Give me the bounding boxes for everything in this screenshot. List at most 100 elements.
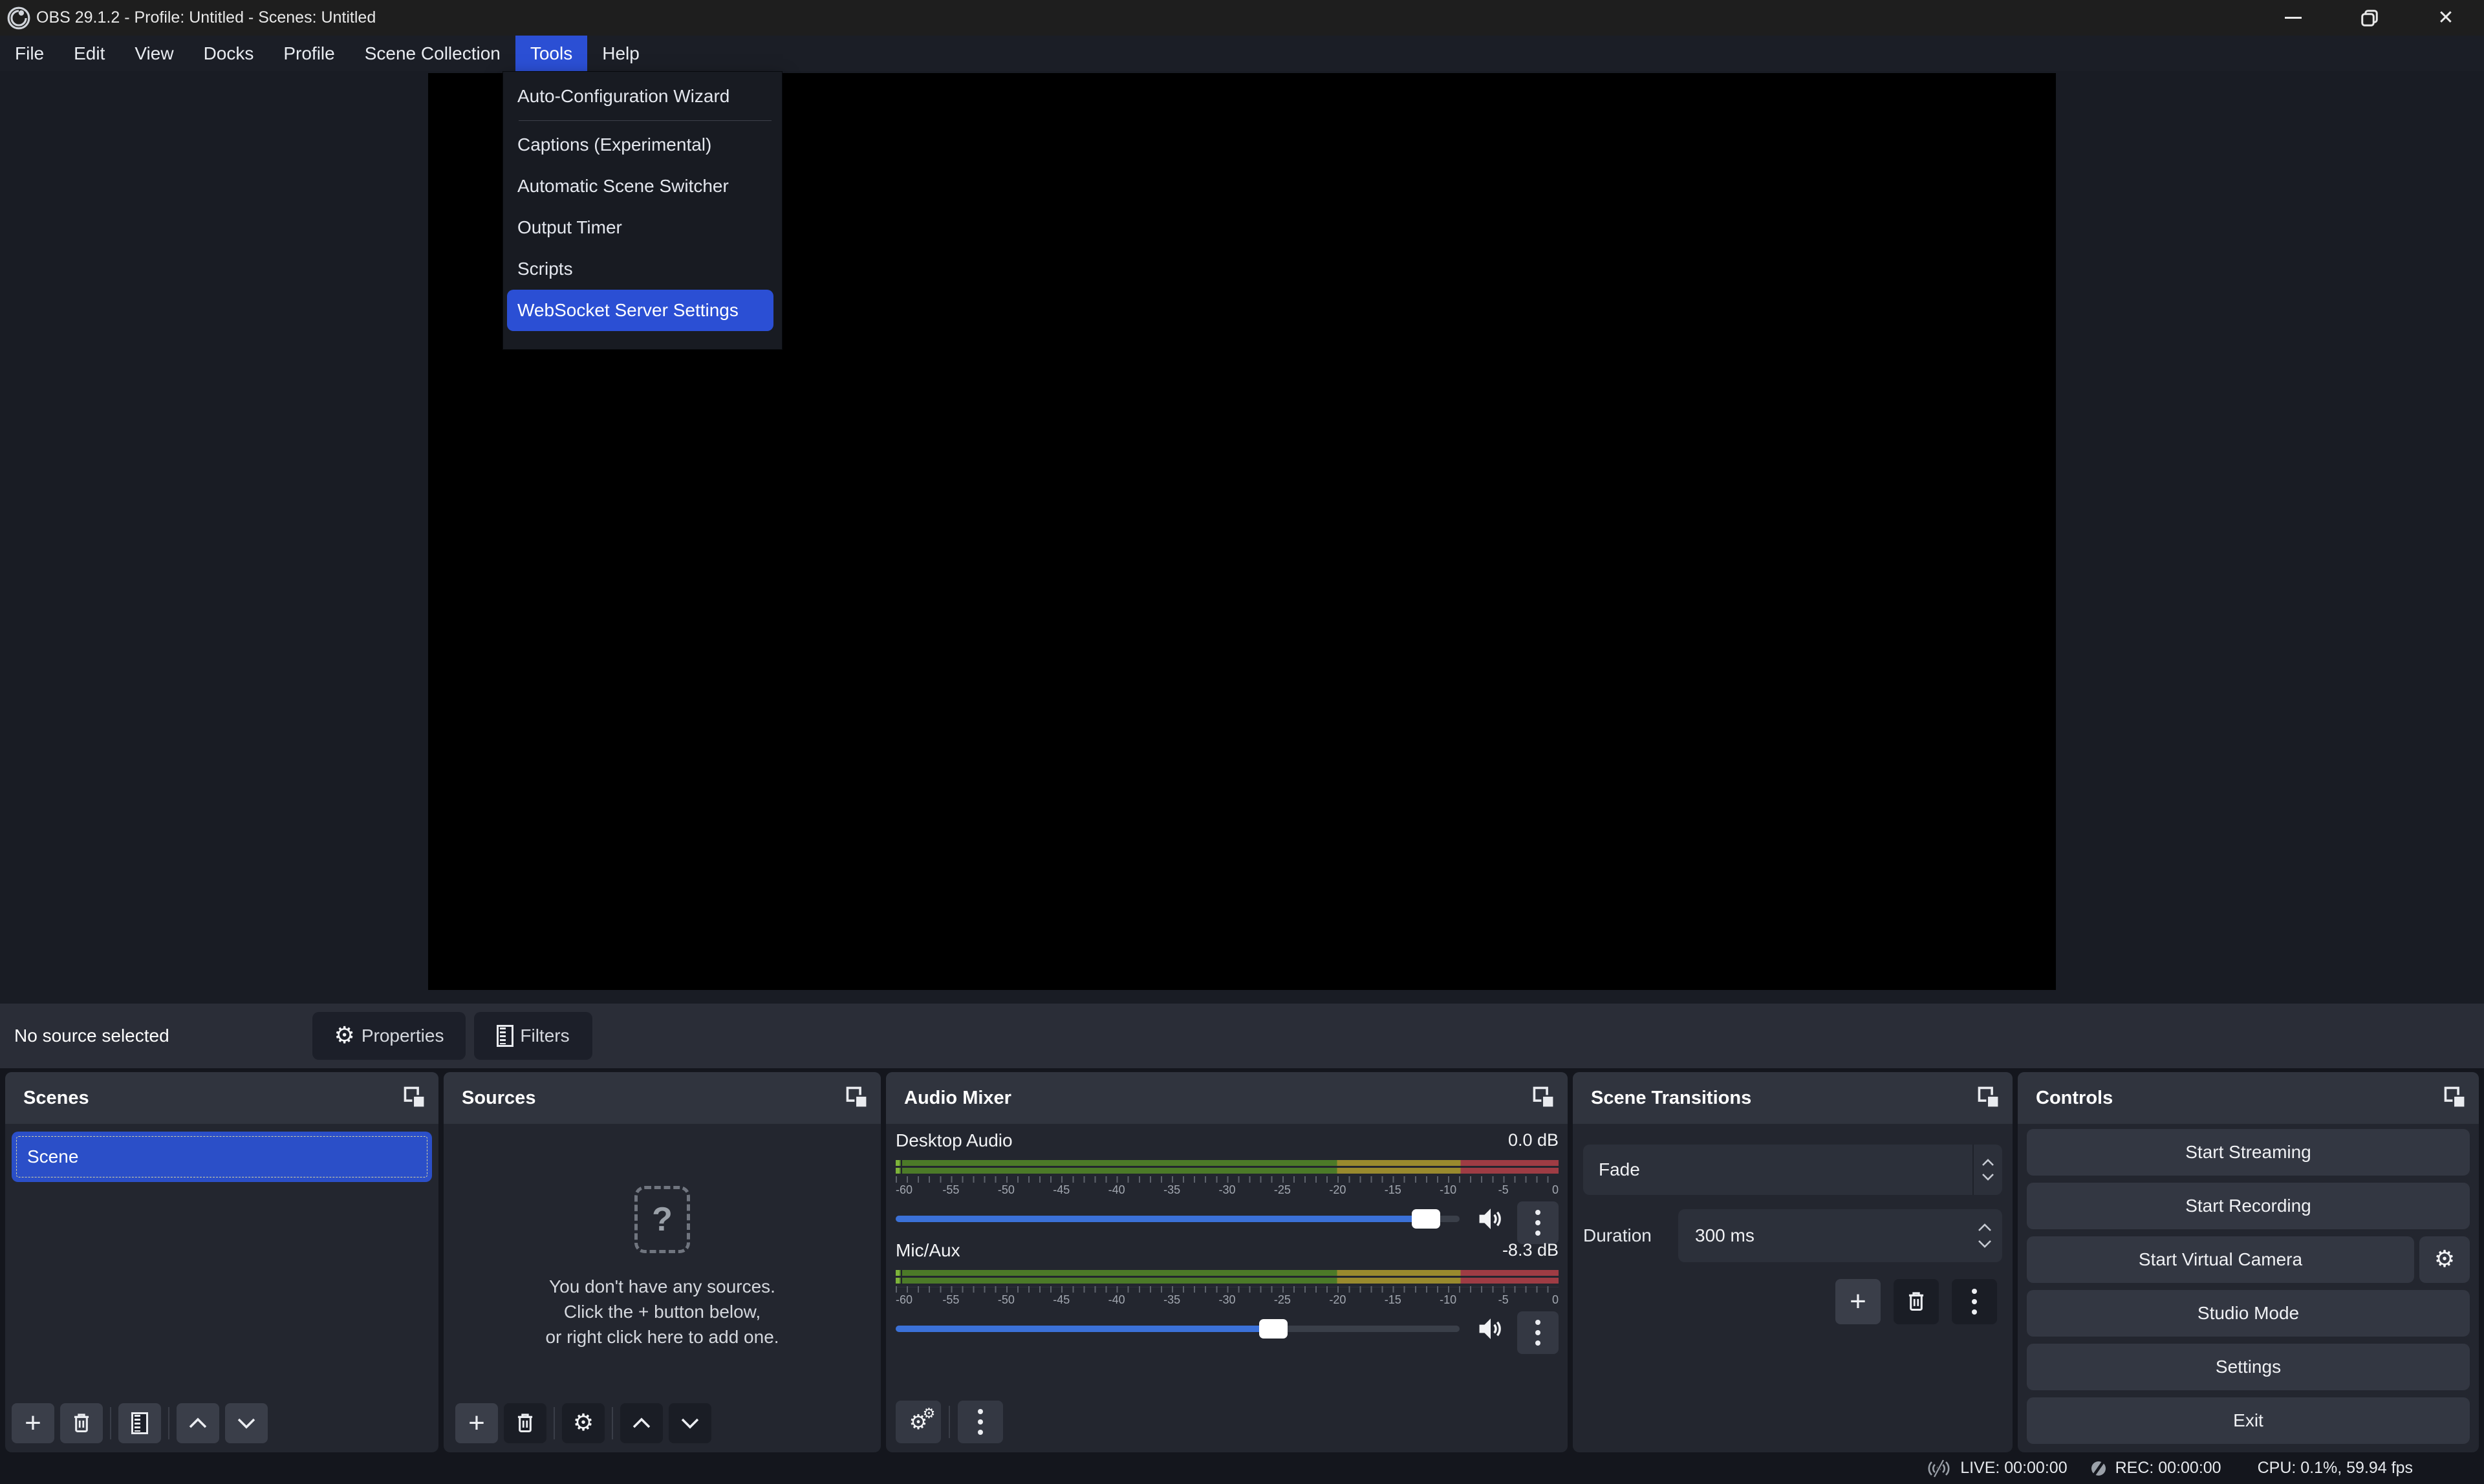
virtual-camera-config-button[interactable]: ⚙ [2419,1236,2470,1283]
controls-body: Start Streaming Start Recording Start Vi… [2018,1124,2479,1452]
meter-scale-labels: -60-55-50-45-40-35-30-25-20-15-10-50 [896,1183,1559,1200]
audio-mixer-header[interactable]: Audio Mixer [886,1072,1568,1124]
studio-mode-button[interactable]: Studio Mode [2027,1290,2470,1337]
remove-transition-button[interactable] [1894,1279,1939,1324]
properties-button[interactable]: ⚙ Properties [312,1012,466,1060]
add-transition-button[interactable]: + [1835,1279,1881,1324]
scenes-panel-header[interactable]: Scenes [5,1072,438,1124]
remove-source-button[interactable] [504,1403,546,1443]
volume-slider[interactable] [896,1326,1460,1332]
move-scene-down-button[interactable] [225,1403,268,1443]
source-properties-button[interactable]: ⚙ [562,1403,605,1443]
move-source-up-button[interactable] [620,1403,663,1443]
plus-icon: + [25,1409,41,1437]
channel-level-db: 0.0 dB [1508,1130,1559,1150]
chevron-up-icon [632,1417,651,1429]
tools-menu-item-scripts[interactable]: Scripts [503,248,782,290]
filters-button[interactable]: Filters [474,1012,592,1060]
audio-mixer-body: Desktop Audio 0.0 dB -60-55-50-45-40-35-… [886,1124,1568,1452]
controls-header[interactable]: Controls [2018,1072,2479,1124]
select-arrows[interactable] [1972,1145,2002,1195]
start-recording-button[interactable]: Start Recording [2027,1183,2470,1229]
tools-menu-item-automatic-scene-switcher[interactable]: Automatic Scene Switcher [503,166,782,207]
tools-menu-item-output-timer[interactable]: Output Timer [503,207,782,248]
move-source-down-button[interactable] [669,1403,711,1443]
tools-menu-item-captions[interactable]: Captions (Experimental) [503,124,782,166]
title-bar[interactable]: OBS 29.1.2 - Profile: Untitled - Scenes:… [0,0,2484,36]
channel-options-button[interactable] [1517,1311,1559,1354]
close-button[interactable]: ✕ [2408,0,2484,36]
menu-file[interactable]: File [0,36,59,71]
chevron-down-icon [1982,1173,1994,1181]
transition-select[interactable]: Fade [1583,1145,2002,1195]
advanced-audio-properties-button[interactable]: ⚙⚙ [896,1401,941,1443]
add-scene-button[interactable]: + [12,1403,54,1443]
gear-icon: ⚙ [2434,1248,2455,1271]
volume-slider-handle[interactable] [1412,1209,1440,1229]
tools-menu-item-websocket-server-settings[interactable]: WebSocket Server Settings [507,290,773,331]
speaker-icon[interactable] [1476,1207,1505,1231]
menu-docks[interactable]: Docks [189,36,269,71]
start-virtual-camera-button[interactable]: Start Virtual Camera [2027,1236,2414,1283]
scene-list-item-selected[interactable]: Scene [12,1132,432,1182]
mixer-channel-mic-aux: Mic/Aux -8.3 dB -60-55-50-45-40-35-30-25… [896,1239,1559,1342]
start-streaming-button[interactable]: Start Streaming [2027,1129,2470,1176]
tools-menu-item-auto-configuration-wizard[interactable]: Auto-Configuration Wizard [503,76,782,117]
volume-slider[interactable] [896,1216,1460,1222]
channel-name: Mic/Aux [896,1240,960,1261]
cpu-fps-text: CPU: 0.1%, 59.94 fps [2258,1459,2413,1478]
menu-profile[interactable]: Profile [268,36,349,71]
popout-icon[interactable] [1533,1086,1556,1110]
channel-options-button[interactable] [1517,1201,1559,1244]
volume-slider-row [896,1315,1559,1342]
focus-ring [16,1136,427,1178]
menu-tools[interactable]: Tools [515,36,587,71]
chevron-up-icon [1978,1223,1992,1232]
spinbox-arrows[interactable] [1978,1209,1992,1262]
controls-title: Controls [2036,1088,2113,1109]
sources-list[interactable]: ? You don't have any sources. Click the … [444,1124,881,1452]
controls-panel: Controls Start Streaming Start Recording… [2018,1072,2479,1452]
kebab-icon [1535,1210,1540,1236]
speaker-icon[interactable] [1476,1317,1505,1341]
status-bar: LIVE: 00:00:00 REC: 00:00:00 CPU: 0.1%, … [0,1452,2484,1484]
sources-panel-header[interactable]: Sources [444,1072,881,1124]
properties-button-label: Properties [362,1026,444,1046]
scenes-list[interactable]: Scene + [5,1124,438,1452]
audio-mixer-panel: Audio Mixer Desktop Audio 0.0 dB -60- [886,1072,1568,1452]
restore-button[interactable] [2331,0,2408,36]
plus-icon: + [468,1409,485,1437]
remove-scene-button[interactable] [60,1403,103,1443]
duration-spinbox[interactable]: 300 ms [1678,1209,2002,1262]
toolbar-divider [949,1406,950,1438]
menu-separator [519,120,772,121]
empty-line-1: You don't have any sources. [444,1274,881,1299]
move-scene-up-button[interactable] [177,1403,219,1443]
menu-edit[interactable]: Edit [59,36,120,71]
scenes-panel-title: Scenes [23,1088,89,1109]
toolbar-divider [612,1407,613,1439]
volume-slider-handle[interactable] [1259,1319,1288,1339]
minimize-button[interactable] [2255,0,2331,36]
scene-filters-button[interactable] [118,1403,161,1443]
add-source-button[interactable]: + [455,1403,498,1443]
menu-help[interactable]: Help [587,36,654,71]
popout-icon[interactable] [846,1086,869,1110]
popout-icon[interactable] [404,1086,427,1110]
scene-transitions-body: Fade Duration 300 ms + [1573,1124,2013,1452]
meter-bar-left [896,1270,1559,1276]
tools-menu-dropdown: Auto-Configuration Wizard Captions (Expe… [502,71,783,350]
gear-icon: ⚙ [334,1024,355,1048]
cpu-fps-status: CPU: 0.1%, 59.94 fps [2258,1459,2413,1478]
popout-icon[interactable] [1978,1086,2001,1110]
scene-transitions-header[interactable]: Scene Transitions [1573,1072,2013,1124]
exit-button[interactable]: Exit [2027,1397,2470,1444]
popout-icon[interactable] [2444,1086,2467,1110]
settings-button[interactable]: Settings [2027,1344,2470,1390]
transition-options-button[interactable] [1952,1279,1997,1324]
scene-transitions-title: Scene Transitions [1591,1088,1751,1109]
sources-toolbar: + ⚙ [455,1403,711,1443]
menu-scene-collection[interactable]: Scene Collection [350,36,515,71]
menu-view[interactable]: View [120,36,188,71]
mixer-options-button[interactable] [958,1401,1003,1443]
